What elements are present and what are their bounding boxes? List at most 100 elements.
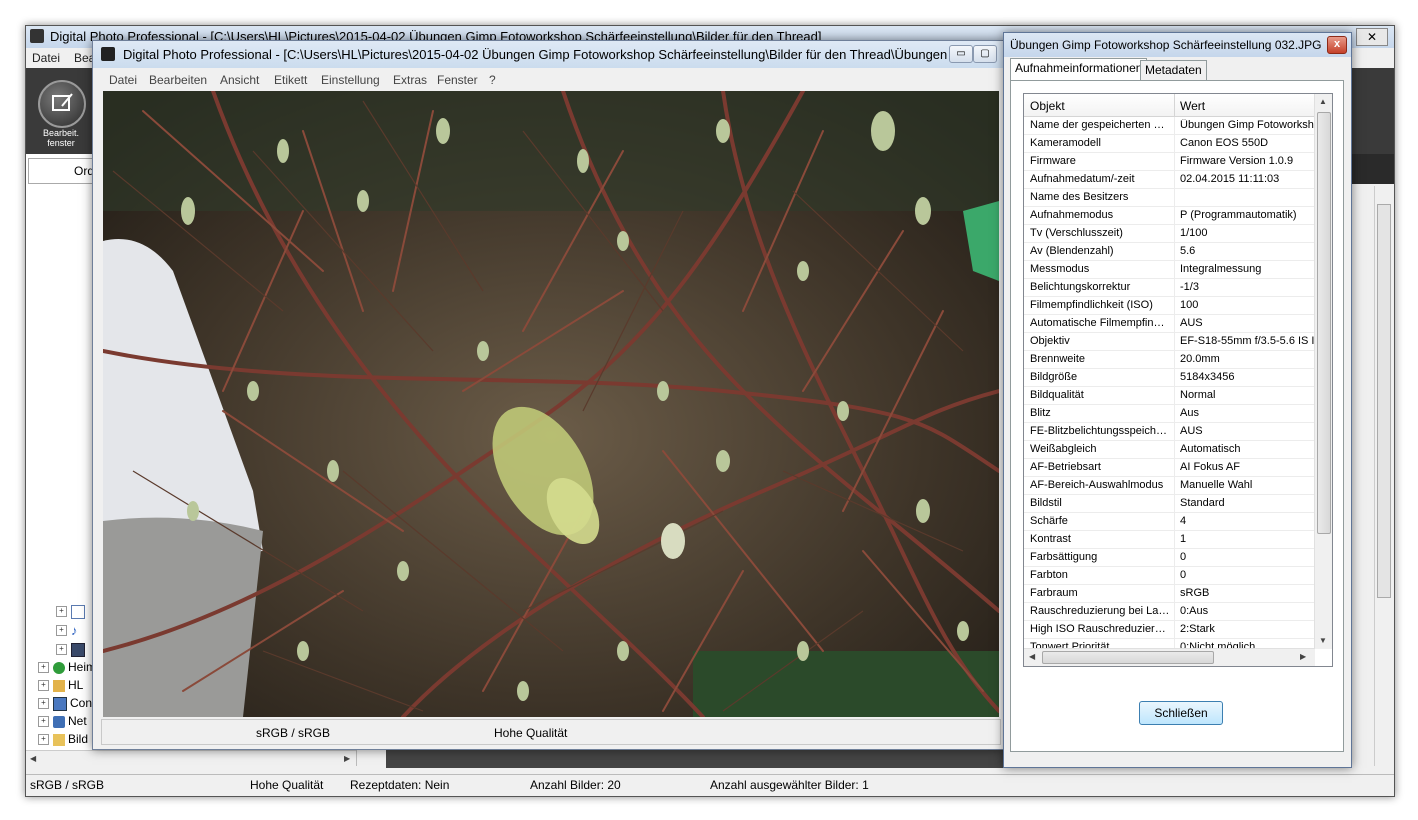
- tree-item[interactable]: +: [56, 604, 88, 620]
- schliessen-button[interactable]: Schließen: [1139, 701, 1223, 725]
- background-scroll-thumb[interactable]: [1377, 204, 1391, 598]
- info-row[interactable]: Automatische Filmempfindli... AUS: [1024, 315, 1314, 333]
- scroll-left-icon[interactable]: ◀: [1029, 652, 1035, 661]
- info-row[interactable]: Farbraum sRGB: [1024, 585, 1314, 603]
- list-vertical-scrollbar[interactable]: ▲ ▼: [1314, 94, 1332, 649]
- column-header-wert[interactable]: Wert: [1180, 99, 1205, 113]
- info-row[interactable]: Filmempfindlichkeit (ISO) 100: [1024, 297, 1314, 315]
- expand-icon[interactable]: +: [56, 644, 67, 656]
- info-row[interactable]: Av (Blendenzahl) 5.6: [1024, 243, 1314, 261]
- scroll-right-icon[interactable]: ▶: [344, 754, 350, 763]
- info-row[interactable]: FE-Blitzbelichtungsspeicher... AUS: [1024, 423, 1314, 441]
- expand-icon[interactable]: +: [38, 680, 49, 692]
- column-header-objekt[interactable]: Objekt: [1030, 99, 1065, 113]
- info-row[interactable]: Objektiv EF-S18-55mm f/3.5-5.6 IS II: [1024, 333, 1314, 351]
- list-horizontal-scrollbar[interactable]: ◀ ▶: [1024, 648, 1315, 666]
- info-row[interactable]: Farbsättigung 0: [1024, 549, 1314, 567]
- menu-einstellung[interactable]: Einstellung: [321, 73, 380, 87]
- viewer-window-title: Digital Photo Professional - [C:\Users\H…: [123, 47, 953, 62]
- info-row[interactable]: Bildgröße 5184x3456: [1024, 369, 1314, 387]
- tree-item[interactable]: + Heim: [38, 660, 96, 676]
- music-icon: ♪: [71, 622, 78, 638]
- dialog-title-bar[interactable]: Übungen Gimp Fotoworkshop Schärfeeinstel…: [1004, 33, 1351, 57]
- menu-extras[interactable]: Extras: [393, 73, 427, 87]
- expand-icon[interactable]: +: [38, 716, 49, 728]
- homegroup-icon: [53, 661, 65, 674]
- info-row[interactable]: High ISO Rauschreduzierung 2:Stark: [1024, 621, 1314, 639]
- expand-icon[interactable]: +: [56, 625, 67, 637]
- menu-datei[interactable]: Datei: [32, 51, 60, 65]
- menu-ansicht[interactable]: Ansicht: [220, 73, 259, 87]
- edit-window-icon: [52, 93, 73, 111]
- info-row-value: Canon EOS 550D: [1180, 137, 1269, 149]
- info-row-key: Tv (Verschlusszeit): [1030, 227, 1123, 239]
- info-row-value: Übungen Gimp Fotoworksho: [1180, 119, 1314, 131]
- info-row[interactable]: Aufnahmemodus P (Programmautomatik): [1024, 207, 1314, 225]
- info-row-key: Weißabgleich: [1030, 443, 1097, 455]
- info-row-value: Automatisch: [1180, 443, 1241, 455]
- menu-datei[interactable]: Datei: [109, 73, 137, 87]
- user-folder-icon: [53, 679, 65, 692]
- tree-item[interactable]: + Bild: [38, 732, 88, 748]
- menu-fenster[interactable]: Fenster: [437, 73, 478, 87]
- background-vertical-scrollbar[interactable]: [1374, 186, 1392, 766]
- status-quality: Hohe Qualität: [250, 778, 324, 792]
- expand-icon[interactable]: +: [38, 662, 49, 674]
- info-row[interactable]: Bildqualität Normal: [1024, 387, 1314, 405]
- info-row[interactable]: AF-Bereich-Auswahlmodus Manuelle Wahl: [1024, 477, 1314, 495]
- info-row[interactable]: Kontrast 1: [1024, 531, 1314, 549]
- tab-aufnahmeinformationen[interactable]: Aufnahmeinformationen: [1010, 58, 1148, 81]
- tab-metadaten[interactable]: Metadaten: [1140, 60, 1207, 81]
- info-row-key: AF-Betriebsart: [1030, 461, 1101, 473]
- info-row[interactable]: Brennweite 20.0mm: [1024, 351, 1314, 369]
- expand-icon[interactable]: +: [38, 698, 49, 710]
- scroll-down-icon[interactable]: ▼: [1319, 636, 1327, 645]
- status-selected-count: Anzahl ausgewählter Bilder: 1: [710, 778, 869, 792]
- info-row[interactable]: Farbton 0: [1024, 567, 1314, 585]
- info-row-value: 100: [1180, 299, 1199, 311]
- info-row-key: Av (Blendenzahl): [1030, 245, 1114, 257]
- dialog-close-icon[interactable]: x: [1327, 36, 1347, 54]
- folder-panel-horizontal-scrollbar[interactable]: ◀ ▶: [26, 750, 356, 767]
- scroll-right-icon[interactable]: ▶: [1300, 652, 1306, 661]
- list-vertical-thumb[interactable]: [1317, 112, 1331, 534]
- info-row[interactable]: Blitz Aus: [1024, 405, 1314, 423]
- viewer-title-bar[interactable]: Digital Photo Professional - [C:\Users\H…: [93, 41, 1003, 68]
- list-horizontal-thumb[interactable]: [1042, 651, 1214, 664]
- info-row[interactable]: AF-Betriebsart AI Fokus AF: [1024, 459, 1314, 477]
- info-row[interactable]: Schärfe 4: [1024, 513, 1314, 531]
- menu-help[interactable]: ?: [489, 73, 496, 87]
- maximize-button[interactable]: ▢: [973, 45, 997, 63]
- info-row[interactable]: Bildstil Standard: [1024, 495, 1314, 513]
- info-row[interactable]: Tv (Verschlusszeit) 1/100: [1024, 225, 1314, 243]
- expand-icon[interactable]: +: [38, 734, 49, 746]
- info-row[interactable]: Rauschreduzierung bei Lan... 0:Aus: [1024, 603, 1314, 621]
- info-row[interactable]: Weißabgleich Automatisch: [1024, 441, 1314, 459]
- info-row-value: 2:Stark: [1180, 623, 1215, 635]
- edit-window-button[interactable]: [38, 80, 86, 128]
- viewer-menu-bar: Datei Bearbeiten Ansicht Etikett Einstel…: [93, 68, 1003, 90]
- info-row[interactable]: Aufnahmedatum/-zeit 02.04.2015 11:11:03: [1024, 171, 1314, 189]
- tree-item[interactable]: + Con: [38, 696, 92, 712]
- info-row[interactable]: Kameramodell Canon EOS 550D: [1024, 135, 1314, 153]
- minimize-button[interactable]: ▭: [949, 45, 973, 63]
- info-row[interactable]: Name der gespeicherten D... Übungen Gimp …: [1024, 117, 1314, 135]
- scroll-left-icon[interactable]: ◀: [30, 754, 36, 763]
- tree-item[interactable]: + Net: [38, 714, 87, 730]
- photo-canvas[interactable]: [103, 91, 999, 717]
- info-row-key: Aufnahmemodus: [1030, 209, 1114, 221]
- info-row[interactable]: Belichtungskorrektur -1/3: [1024, 279, 1314, 297]
- tree-item[interactable]: + HL: [38, 678, 83, 694]
- tree-item[interactable]: + ♪: [56, 623, 86, 639]
- scroll-up-icon[interactable]: ▲: [1319, 97, 1327, 106]
- shooting-info-list[interactable]: Objekt Wert Name der gespeicherten D... Ü…: [1023, 93, 1333, 667]
- info-row[interactable]: Name des Besitzers: [1024, 189, 1314, 207]
- background-close-button[interactable]: ✕: [1356, 28, 1388, 46]
- info-row-key: Name des Besitzers: [1030, 191, 1129, 203]
- info-row[interactable]: Messmodus Integralmessung: [1024, 261, 1314, 279]
- menu-bearbeiten[interactable]: Bearbeiten: [149, 73, 207, 87]
- menu-etikett[interactable]: Etikett: [274, 73, 307, 87]
- expand-icon[interactable]: +: [56, 606, 67, 618]
- info-row[interactable]: Firmware Firmware Version 1.0.9: [1024, 153, 1314, 171]
- tree-item[interactable]: +: [56, 642, 88, 658]
